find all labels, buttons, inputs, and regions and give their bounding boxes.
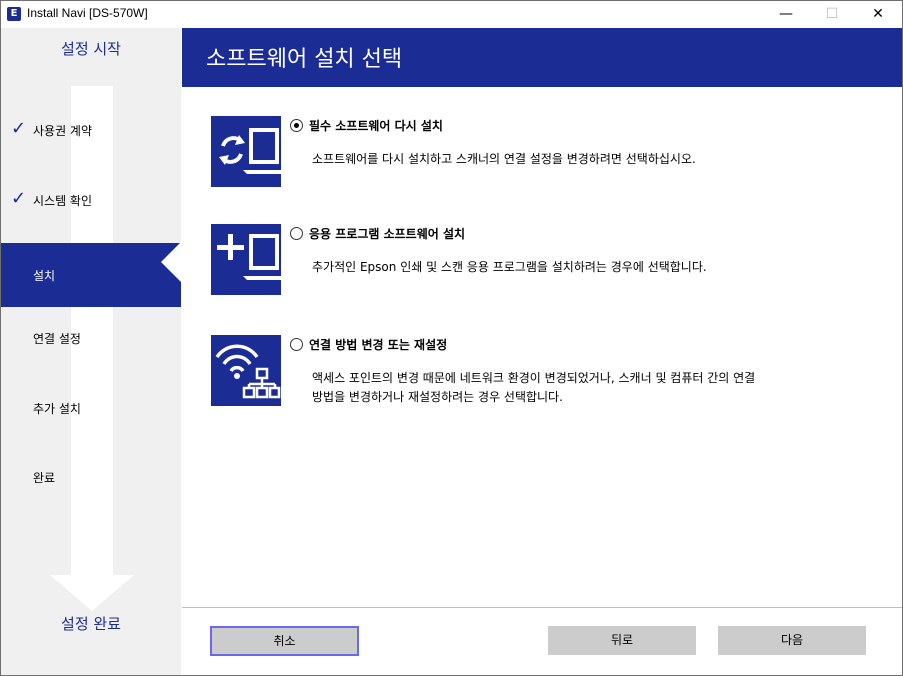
step-system-check: ✓ 시스템 확인 xyxy=(1,168,181,232)
step-install: 설치 xyxy=(1,243,181,307)
progress-sidebar: 설정 시작 ✓ 사용권 계약 ✓ 시스템 확인 설치 연결 설정 추가 설치 완… xyxy=(1,28,181,675)
active-step-pointer xyxy=(161,242,181,282)
installer-window: E Install Navi [DS-570W] — ☐ ✕ 설정 시작 ✓ 사… xyxy=(0,0,903,676)
radio-reinstall-software[interactable] xyxy=(290,119,303,132)
option-description: 추가적인 Epson 인쇄 및 스캔 응용 프로그램을 설치하려는 경우에 선택… xyxy=(312,260,707,274)
cancel-button[interactable]: 취소 xyxy=(210,626,359,656)
option-install-application[interactable]: 응용 프로그램 소프트웨어 설치 추가적인 Epson 인쇄 및 스캔 응용 프… xyxy=(211,224,821,296)
window-title: Install Navi [DS-570W] xyxy=(27,6,148,20)
page-header: 소프트웨어 설치 선택 xyxy=(182,28,902,87)
next-button[interactable]: 다음 xyxy=(718,626,866,655)
back-button[interactable]: 뒤로 xyxy=(548,626,696,655)
step-connection-setup: 연결 설정 xyxy=(1,306,181,370)
sidebar-start-label: 설정 시작 xyxy=(61,40,121,58)
step-label: 추가 설치 xyxy=(33,402,81,416)
progress-arrow-head xyxy=(50,575,134,611)
checkmark-icon: ✓ xyxy=(11,118,27,139)
step-label: 연결 설정 xyxy=(33,332,81,346)
minimize-button[interactable]: — xyxy=(763,1,809,28)
network-connection-icon xyxy=(211,335,281,406)
option-title: 필수 소프트웨어 다시 설치 xyxy=(309,119,443,133)
page-title: 소프트웨어 설치 선택 xyxy=(206,47,403,72)
step-additional-install: 추가 설치 xyxy=(1,376,181,440)
option-description-line: 액세스 포인트의 변경 때문에 네트워크 환경이 변경되었거나, 스캐너 및 컴… xyxy=(312,371,756,385)
step-complete: 완료 xyxy=(1,445,181,509)
footer-divider xyxy=(182,607,902,608)
maximize-button[interactable]: ☐ xyxy=(809,1,855,28)
app-icon: E xyxy=(7,7,21,21)
radio-change-connection[interactable] xyxy=(290,338,303,351)
sidebar-end-label: 설정 완료 xyxy=(61,615,121,633)
step-label: 설치 xyxy=(33,269,56,283)
option-reinstall-software[interactable]: 필수 소프트웨어 다시 설치 소프트웨어를 다시 설치하고 스캐너의 연결 설정… xyxy=(211,116,821,188)
step-label: 사용권 계약 xyxy=(33,124,93,138)
title-bar: E Install Navi [DS-570W] — ☐ ✕ xyxy=(1,1,902,28)
step-label: 완료 xyxy=(33,471,56,485)
close-button[interactable]: ✕ xyxy=(855,1,901,28)
option-description: 소프트웨어를 다시 설치하고 스캐너의 연결 설정을 변경하려면 선택하십시오. xyxy=(312,152,696,166)
checkmark-icon: ✓ xyxy=(11,188,27,209)
add-application-icon xyxy=(211,224,281,295)
radio-install-application[interactable] xyxy=(290,227,303,240)
option-description-line: 방법을 변경하거나 재설정하려는 경우 선택합니다. xyxy=(312,390,563,404)
step-license-agreement: ✓ 사용권 계약 xyxy=(1,98,181,162)
option-title: 응용 프로그램 소프트웨어 설치 xyxy=(309,227,466,241)
option-description: 액세스 포인트의 변경 때문에 네트워크 환경이 변경되었거나, 스캐너 및 컴… xyxy=(312,369,755,407)
step-label: 시스템 확인 xyxy=(33,194,93,208)
option-title: 연결 방법 변경 또는 재설정 xyxy=(309,338,448,352)
reinstall-icon xyxy=(211,116,281,187)
option-change-connection[interactable]: 연결 방법 변경 또는 재설정 액세스 포인트의 변경 때문에 네트워크 환경이… xyxy=(211,335,821,407)
